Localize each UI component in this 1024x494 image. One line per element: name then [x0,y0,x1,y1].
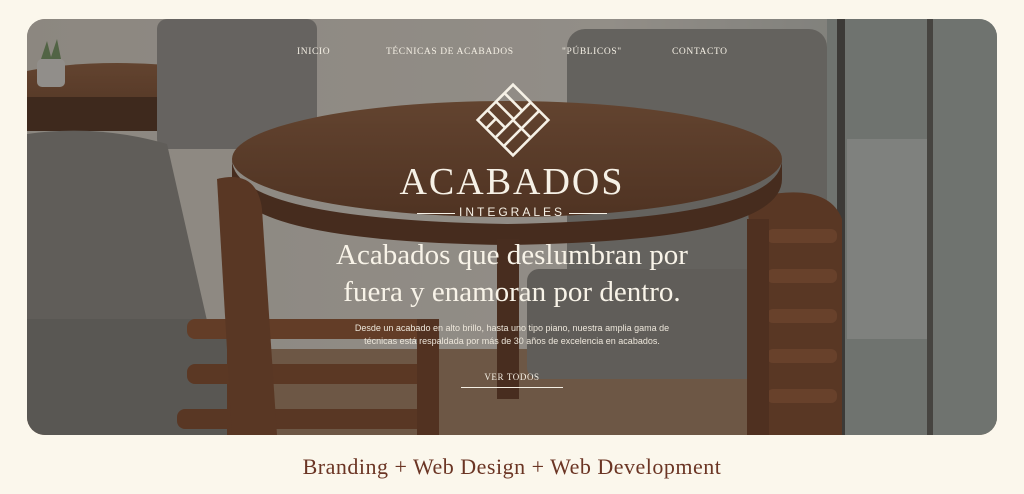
hero-headline-line2: fuera y enamoran por dentro. [343,276,681,308]
brand-divider-right [569,213,607,214]
page: INICIO TÉCNICAS DE ACABADOS "PÚBLICOS" C… [0,0,1024,494]
ver-todos-button[interactable]: VER TODOS [461,370,563,388]
nav-item-inicio[interactable]: INICIO [297,47,330,57]
hero-description-line2: técnicas está respaldada por más de 30 a… [364,336,660,346]
woven-squares-logo-icon[interactable] [475,82,551,158]
brand-subtitle: INTEGRALES [458,205,566,219]
hero-headline-line1: Acabados que deslumbran por [336,239,688,271]
nav-item-tecnicas-de-acabados[interactable]: TÉCNICAS DE ACABADOS [386,47,514,57]
project-caption: Branding + Web Design + Web Development [302,454,722,479]
main-navigation: INICIO TÉCNICAS DE ACABADOS "PÚBLICOS" C… [27,47,997,61]
hero-description-line1: Desde un acabado en alto brillo, hasta u… [354,323,670,333]
hero-description: Desde un acabado en alto brillo, hasta u… [27,322,997,348]
brand-name[interactable]: ACABADOS [27,162,997,202]
hero-headline: Acabados que deslumbran por fuera y enam… [27,237,997,311]
nav-item-contacto[interactable]: CONTACTO [672,47,728,57]
nav-item-publicos[interactable]: "PÚBLICOS" [562,47,622,57]
hero-section: INICIO TÉCNICAS DE ACABADOS "PÚBLICOS" C… [27,19,997,435]
